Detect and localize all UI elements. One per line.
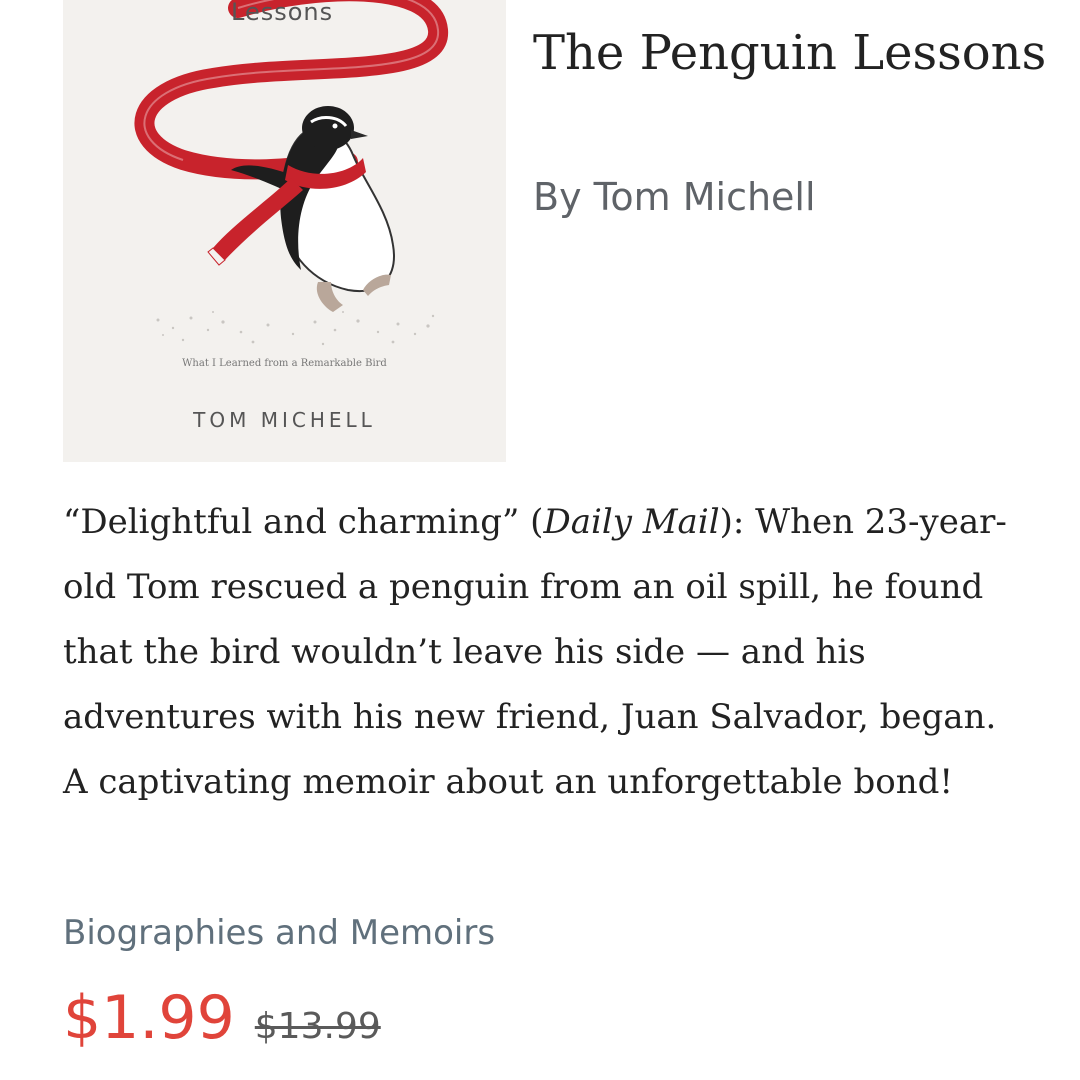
book-category-link[interactable]: Biographies and Memoirs (63, 908, 495, 958)
price-row: $1.99 $13.99 (63, 978, 381, 1058)
book-title[interactable]: The Penguin Lessons (533, 18, 1053, 88)
book-author[interactable]: By Tom Michell (533, 172, 816, 222)
book-description: “Delightful and charming” (Daily Mail): … (63, 490, 1023, 815)
cover-title-fragment: Lessons (231, 0, 334, 26)
book-cover-illustration (134, 0, 448, 346)
current-price: $1.99 (63, 983, 235, 1053)
cover-subtitle: What I Learned from a Remarkable Bird (182, 358, 387, 369)
cover-author: TOM MICHELL (193, 408, 376, 432)
description-source-open: ( (519, 502, 544, 542)
description-quote: “Delightful and charming” (63, 502, 520, 542)
book-cover[interactable]: Lessons What I Learned from a Remarkable… (63, 0, 506, 462)
description-source-close: ) (719, 502, 733, 542)
description-source: Daily Mail (543, 502, 720, 542)
original-price: $13.99 (254, 1006, 381, 1047)
description-body: : When 23-year-old Tom rescued a penguin… (63, 502, 1007, 802)
